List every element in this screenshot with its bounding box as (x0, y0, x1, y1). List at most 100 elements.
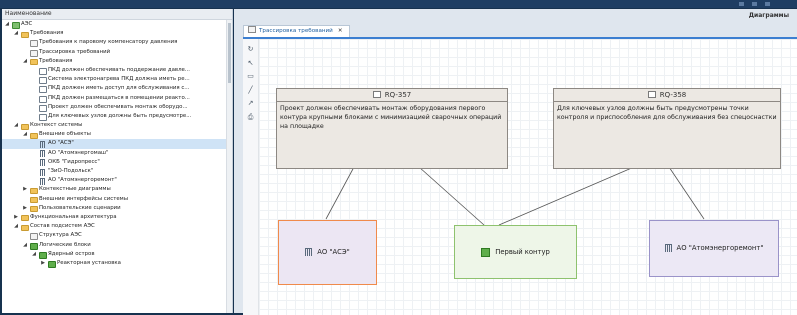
expand-icon[interactable]: ▶ (13, 213, 19, 222)
expand-icon[interactable]: ▶ (22, 185, 28, 194)
block-label: АО "АСЭ" (317, 248, 350, 256)
tree-item[interactable]: ▶ Реакторная установка (2, 259, 232, 268)
tree-item[interactable]: ◢ Состав подсистем АЭС (2, 222, 232, 231)
window-controls (731, 1, 791, 6)
tree-item[interactable]: ▶ Пользовательские сценарии (2, 204, 232, 213)
tree-item[interactable]: ◢ Контекст системы (2, 121, 232, 130)
project-tree-panel: Наименование ◢ АЭС ◢ Требования Требования к… (2, 9, 233, 313)
folder-icon (21, 31, 29, 38)
collapse-icon[interactable]: ◢ (13, 29, 19, 38)
tree-item[interactable]: АО "АСЭ" (2, 139, 232, 149)
tree-item[interactable]: Структура АЭС (2, 231, 232, 241)
line-icon[interactable]: ╱ (246, 86, 255, 95)
block-ao-ase[interactable]: АО "АСЭ" (278, 220, 377, 285)
tree-item-label: АО "АСЭ" (48, 140, 74, 147)
requirement-icon (39, 67, 47, 75)
trace-line[interactable] (668, 166, 705, 220)
tree-item[interactable]: ◢ Логические блоки (2, 241, 232, 250)
folder-icon (21, 123, 29, 130)
tree-item-label: Требования (39, 57, 73, 64)
tree-list: ◢ АЭС ◢ Требования Требования к паровому ком… (2, 20, 232, 268)
diagram-icon (30, 233, 38, 241)
collapse-icon[interactable]: ◢ (13, 121, 19, 130)
tree-item[interactable]: ПКД должен обеспечивать поддержание давл… (2, 66, 232, 75)
trace-line[interactable] (418, 166, 485, 226)
trace-line[interactable] (325, 166, 355, 220)
requirement-title: RQ-357 (277, 89, 507, 102)
collapse-icon[interactable]: ◢ (31, 250, 37, 259)
requirement-icon (39, 86, 47, 94)
expand-icon[interactable]: ▶ (40, 259, 46, 268)
tree-item[interactable]: ПКД должен иметь доступ для обслуживания… (2, 84, 232, 94)
folder-icon (30, 132, 38, 139)
tree-item[interactable]: Внешние интерфейсы системы (2, 195, 232, 204)
tree-item-label: АО "Атомэнергоремонт" (48, 177, 117, 184)
tree-item[interactable]: АО "Атомэнергомаш" (2, 149, 232, 158)
organization-icon (305, 248, 313, 256)
tree-column-header: Наименование (2, 9, 232, 20)
collapse-icon[interactable]: ◢ (22, 130, 28, 139)
pointer-icon[interactable]: ↖ (246, 59, 255, 68)
organization-icon (39, 177, 46, 185)
tree-item-label: Контекстные диаграммы (39, 186, 111, 193)
tree-scrollbar-thumb[interactable] (228, 23, 231, 83)
tree-item-label: "ЗиО-Подольск" (48, 168, 94, 174)
tree-item[interactable]: ◢ Внешние объекты (2, 130, 232, 139)
tree-item[interactable]: Требования к паровому компенсатору давле… (2, 38, 232, 48)
close-tab-icon[interactable]: ✕ (338, 28, 343, 34)
tree-item[interactable]: ▶ Контекстные диаграммы (2, 185, 232, 194)
tree-item-label: АО "Атомэнергомаш" (48, 149, 109, 156)
folder-icon (30, 59, 38, 66)
app-title-bar (0, 0, 797, 8)
arrow-icon[interactable]: ↗ (246, 99, 255, 108)
tree-item[interactable]: ◢ Требования (2, 57, 232, 66)
requirement-icon (372, 91, 381, 98)
print-icon[interactable]: ⎙ (246, 113, 255, 122)
collapse-icon[interactable]: ◢ (22, 57, 28, 66)
tree-item-label: Реакторная установка (57, 259, 121, 266)
requirement-icon (39, 113, 47, 121)
block-icon (48, 260, 56, 268)
collapse-icon[interactable]: ◢ (4, 20, 10, 29)
editor-header: Диаграммы (234, 9, 797, 24)
close-window-icon[interactable] (765, 2, 770, 6)
diagram-canvas[interactable]: RQ-357 Проект должен обеспечивать монтаж… (259, 39, 797, 315)
tree-item[interactable]: Трассировка требований (2, 48, 232, 57)
frame-icon[interactable]: ▭ (246, 72, 255, 81)
tree-item[interactable]: АО "Атомэнергоремонт" (2, 176, 232, 185)
tree-item-label: Структура АЭС (39, 232, 82, 239)
tree-item[interactable]: Проект должен обеспечивать монтаж оборуд… (2, 103, 232, 112)
tree-item[interactable]: Система электронагрева ПКД должна иметь … (2, 75, 232, 85)
tree-item[interactable]: ◢ Требования (2, 29, 232, 38)
collapse-icon[interactable]: ◢ (22, 241, 28, 250)
maximize-icon[interactable] (752, 2, 757, 6)
folder-icon (21, 215, 29, 222)
diagram-toolbar: ↻ ↖ ▭ ╱ ↗ ⎙ (243, 39, 259, 315)
requirement-rq-357[interactable]: RQ-357 Проект должен обеспечивать монтаж… (276, 88, 508, 169)
requirement-icon (39, 104, 47, 112)
requirement-rq-358[interactable]: RQ-358 Для ключевых узлов должны быть пр… (553, 88, 781, 169)
tree-item[interactable]: ◢ АЭС (2, 20, 232, 29)
tree-item[interactable]: ПКД должен размещаться в помещении реакт… (2, 94, 232, 103)
tree-item-label: Для ключевых узлов должны быть предусмот… (48, 112, 192, 119)
collapse-icon[interactable]: ◢ (13, 222, 19, 231)
tree-item[interactable]: ОКБ "Гидропресс" (2, 158, 232, 167)
block-icon (39, 251, 47, 259)
diagram-icon (30, 40, 38, 48)
diagrams-label[interactable]: Диаграммы (749, 12, 789, 19)
tree-item[interactable]: ◢ Ядерный остров (2, 250, 232, 259)
trace-line[interactable] (498, 166, 635, 226)
block-first-circuit[interactable]: Первый контур (454, 225, 577, 279)
tree-item-label: ПКД должен размещаться в помещении реакт… (48, 94, 190, 101)
tree-item[interactable]: ▶ Функциональная архитектура (2, 213, 232, 222)
tree-item[interactable]: Для ключевых узлов должны быть предусмот… (2, 112, 232, 121)
requirement-id: RQ-358 (659, 91, 687, 99)
tree-item-label: ОКБ "Гидропресс" (48, 158, 100, 165)
block-icon (481, 247, 491, 257)
tab-tracing-requirements[interactable]: Трассировка требований ✕ (243, 25, 350, 37)
refresh-icon[interactable]: ↻ (246, 45, 255, 54)
tree-item[interactable]: "ЗиО-Подольск" (2, 167, 232, 176)
expand-icon[interactable]: ▶ (22, 204, 28, 213)
block-ao-atomenergoremont[interactable]: АО "Атомэнергоремонт" (649, 220, 779, 277)
minimize-icon[interactable] (739, 2, 744, 6)
